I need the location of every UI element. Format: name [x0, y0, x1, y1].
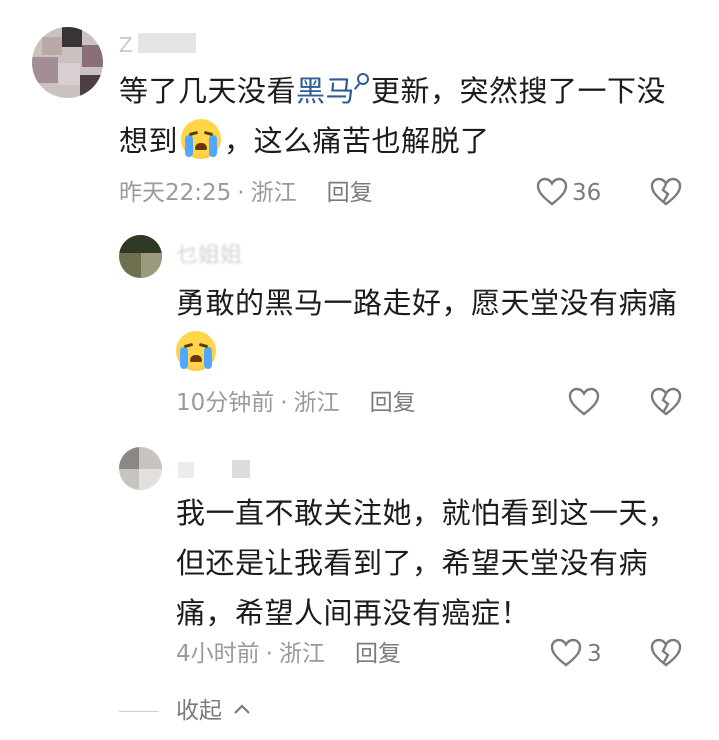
location: 浙江 [278, 641, 325, 667]
comment-text: 勇敢的黑马一路走好，愿天堂没有病痛 [176, 278, 696, 378]
separator: · [237, 180, 245, 206]
keyword-link[interactable]: 黑马 [296, 74, 355, 108]
loudly-crying-face-emoji [176, 331, 216, 371]
collapse-button[interactable]: 收起 [176, 696, 222, 726]
comment-meta: 10分钟前 · 浙江 回复 [176, 388, 416, 418]
heart-icon[interactable] [550, 638, 582, 668]
divider [119, 711, 159, 712]
username-mosaic [178, 462, 194, 478]
chevron-up-icon[interactable] [232, 700, 252, 720]
broken-heart-icon[interactable] [650, 638, 682, 668]
like-count: 36 [572, 180, 602, 206]
reply-button[interactable]: 回复 [327, 180, 373, 206]
timestamp: 昨天22:25 [119, 180, 232, 206]
avatar[interactable] [119, 235, 162, 278]
broken-heart-icon[interactable] [650, 177, 682, 207]
username-mosaic [138, 33, 196, 53]
comment-text: 等了几天没看黑马 更新，突然搜了一下没想到 ，这么痛苦也解脱了 [119, 66, 694, 166]
comment-text: 我一直不敢关注她，就怕看到这一天，但还是让我看到了，希望天堂没有病痛，希望人间再… [176, 488, 696, 638]
comment-text-part: ，这么痛苦也解脱了 [224, 124, 490, 158]
comment-text-part: 我一直不敢关注她，就怕看到这一天，但还是让我看到了，希望天堂没有病痛，希望人间再… [176, 496, 678, 630]
location: 浙江 [293, 390, 340, 416]
like-count: 3 [587, 641, 602, 667]
avatar[interactable] [119, 447, 162, 490]
username-mosaic [232, 460, 250, 478]
username[interactable]: Z [119, 30, 133, 60]
separator: · [280, 390, 288, 416]
loudly-crying-face-emoji [181, 119, 222, 159]
reply-button[interactable]: 回复 [370, 390, 416, 416]
location: 浙江 [250, 180, 297, 206]
comment-text-part: 勇敢的黑马一路走好，愿天堂没有病痛 [176, 286, 678, 320]
broken-heart-icon[interactable] [650, 387, 682, 417]
comment-meta: 昨天22:25 · 浙江 回复 [119, 178, 373, 208]
heart-icon[interactable] [568, 387, 600, 417]
separator: · [265, 641, 273, 667]
reply-button[interactable]: 回复 [355, 641, 401, 667]
search-icon[interactable] [357, 73, 370, 85]
heart-icon[interactable] [536, 177, 568, 207]
comment-meta: 4小时前 · 浙江 回复 [176, 639, 401, 669]
username[interactable]: 乜姐姐 [176, 242, 242, 270]
timestamp: 10分钟前 [176, 390, 275, 416]
comment-text-part: 等了几天没看 [119, 74, 297, 108]
timestamp: 4小时前 [176, 641, 260, 667]
avatar[interactable] [32, 27, 103, 98]
